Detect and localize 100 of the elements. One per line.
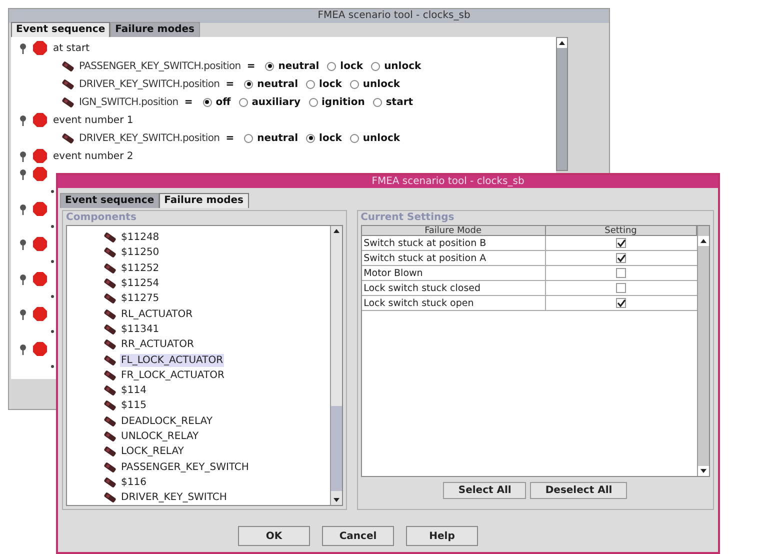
- radio-button[interactable]: [306, 80, 316, 88]
- component-item[interactable]: DRIVER_KEY_SWITCH: [120, 491, 228, 504]
- setting-name: IGN_SWITCH.position: [79, 96, 178, 110]
- stop-sign-icon: [33, 113, 47, 127]
- radio-button[interactable]: [202, 98, 212, 106]
- checkbox[interactable]: [616, 253, 626, 263]
- component-item[interactable]: FL_LOCK_ACTUATOR: [120, 354, 224, 367]
- scrollbar[interactable]: [556, 37, 568, 171]
- component-item[interactable]: PASSENGER_KEY_SWITCH: [120, 460, 250, 474]
- option-label: unlock: [362, 78, 400, 92]
- bullet-icon: [51, 260, 54, 263]
- option-label: unlock: [362, 132, 400, 146]
- select-button[interactable]: Deselect All: [530, 482, 628, 499]
- stop-sign-icon: [33, 307, 47, 321]
- window-title: FMEA scenario tool - clocks_sb: [372, 176, 524, 186]
- radio-button[interactable]: [306, 134, 316, 142]
- stop-sign-icon: [33, 342, 47, 356]
- radio-button[interactable]: [244, 80, 254, 88]
- radio-button[interactable]: [371, 62, 380, 70]
- component-item[interactable]: $11254: [120, 277, 160, 290]
- equals-sign: =: [224, 78, 236, 92]
- equals-sign: =: [224, 132, 236, 146]
- stop-sign-icon: [33, 272, 47, 286]
- component-item[interactable]: RR_ACTUATOR: [120, 338, 195, 352]
- table-cell: Motor Blown: [362, 266, 546, 280]
- check-icon: [616, 299, 626, 307]
- table-cell: Lock switch stuck closed: [362, 281, 546, 295]
- option-label: lock: [319, 132, 342, 146]
- bullet-icon: [51, 295, 54, 298]
- component-item[interactable]: UNLOCK_RELAY: [120, 430, 200, 443]
- radio-button[interactable]: [244, 134, 254, 142]
- component-item[interactable]: LOCK_RELAY: [120, 445, 185, 458]
- pin-icon: [19, 150, 27, 162]
- option-label: start: [386, 96, 414, 110]
- event-label[interactable]: event number 2: [53, 148, 134, 164]
- table-cell: Switch stuck at position B: [362, 236, 546, 250]
- stop-sign-icon: [33, 167, 47, 181]
- radio-button[interactable]: [350, 134, 359, 142]
- radio-button[interactable]: [265, 62, 274, 70]
- checkbox[interactable]: [616, 298, 626, 308]
- stop-sign-icon: [33, 41, 47, 55]
- component-item[interactable]: $11250: [120, 246, 160, 260]
- stop-sign-icon: [33, 202, 47, 216]
- bullet-icon: [51, 190, 54, 193]
- dialog-button[interactable]: OK: [238, 526, 310, 546]
- radio-button[interactable]: [350, 80, 359, 88]
- component-item[interactable]: $116: [120, 476, 148, 489]
- scroll-thumb[interactable]: [330, 406, 342, 492]
- radio-button[interactable]: [327, 62, 336, 70]
- window-title: FMEA scenario tool - clocks_sb: [318, 11, 470, 21]
- radio-button[interactable]: [308, 98, 318, 106]
- component-item[interactable]: $11341: [120, 322, 160, 336]
- component-item[interactable]: $11275: [120, 292, 160, 306]
- stop-sign-icon: [33, 149, 47, 163]
- component-item[interactable]: $11248: [120, 231, 160, 244]
- setting-name: DRIVER_KEY_SWITCH.position: [79, 132, 220, 146]
- select-button[interactable]: Select All: [443, 482, 526, 499]
- component-item[interactable]: $115: [120, 399, 148, 412]
- option-label: neutral: [257, 78, 298, 92]
- option-label: neutral: [278, 60, 320, 74]
- event-label[interactable]: event number 1: [53, 112, 134, 128]
- component-item[interactable]: FR_LOCK_ACTUATOR: [120, 368, 226, 382]
- option-label: unlock: [384, 60, 422, 74]
- tab[interactable]: Failure modes: [110, 22, 200, 37]
- scroll-down-icon[interactable]: [698, 466, 709, 476]
- tab[interactable]: Event sequence: [11, 22, 110, 37]
- column-header[interactable]: Failure Mode: [362, 226, 546, 236]
- component-item[interactable]: $114: [120, 384, 148, 398]
- stop-sign-icon: [33, 237, 47, 251]
- table-cell: Lock switch stuck open: [362, 296, 546, 310]
- checkbox[interactable]: [616, 268, 626, 278]
- option-label: ignition: [322, 96, 365, 110]
- radio-button[interactable]: [238, 98, 248, 106]
- pin-icon: [19, 308, 27, 320]
- pin-icon: [19, 168, 27, 180]
- bullet-icon: [51, 330, 54, 333]
- setting-name: DRIVER_KEY_SWITCH.position: [79, 78, 220, 92]
- component-item[interactable]: DEADLOCK_RELAY: [120, 414, 214, 428]
- bullet-icon: [51, 225, 54, 228]
- dialog-button[interactable]: Help: [406, 526, 478, 546]
- dialog-button[interactable]: Cancel: [322, 526, 394, 546]
- tab[interactable]: Event sequence: [60, 193, 160, 208]
- event-label[interactable]: at start: [53, 40, 90, 56]
- scroll-up-icon[interactable]: [698, 236, 709, 246]
- setting-name: PASSENGER_KEY_SWITCH.position: [79, 60, 241, 74]
- bullet-icon: [51, 365, 54, 368]
- pin-icon: [19, 114, 27, 126]
- scrollbar[interactable]: [697, 226, 709, 476]
- checkbox[interactable]: [616, 283, 626, 293]
- checkbox[interactable]: [616, 238, 626, 248]
- component-item[interactable]: $11252: [120, 262, 160, 275]
- equals-sign: =: [246, 60, 256, 74]
- radio-button[interactable]: [372, 98, 382, 106]
- scroll-up-icon[interactable]: [557, 38, 567, 48]
- component-item[interactable]: RL_ACTUATOR: [120, 308, 194, 321]
- pin-icon: [19, 238, 27, 250]
- scrollbar[interactable]: [330, 226, 342, 506]
- tab[interactable]: Failure modes: [159, 193, 248, 208]
- option-label: auxiliary: [252, 96, 300, 110]
- column-header[interactable]: Setting: [546, 226, 697, 236]
